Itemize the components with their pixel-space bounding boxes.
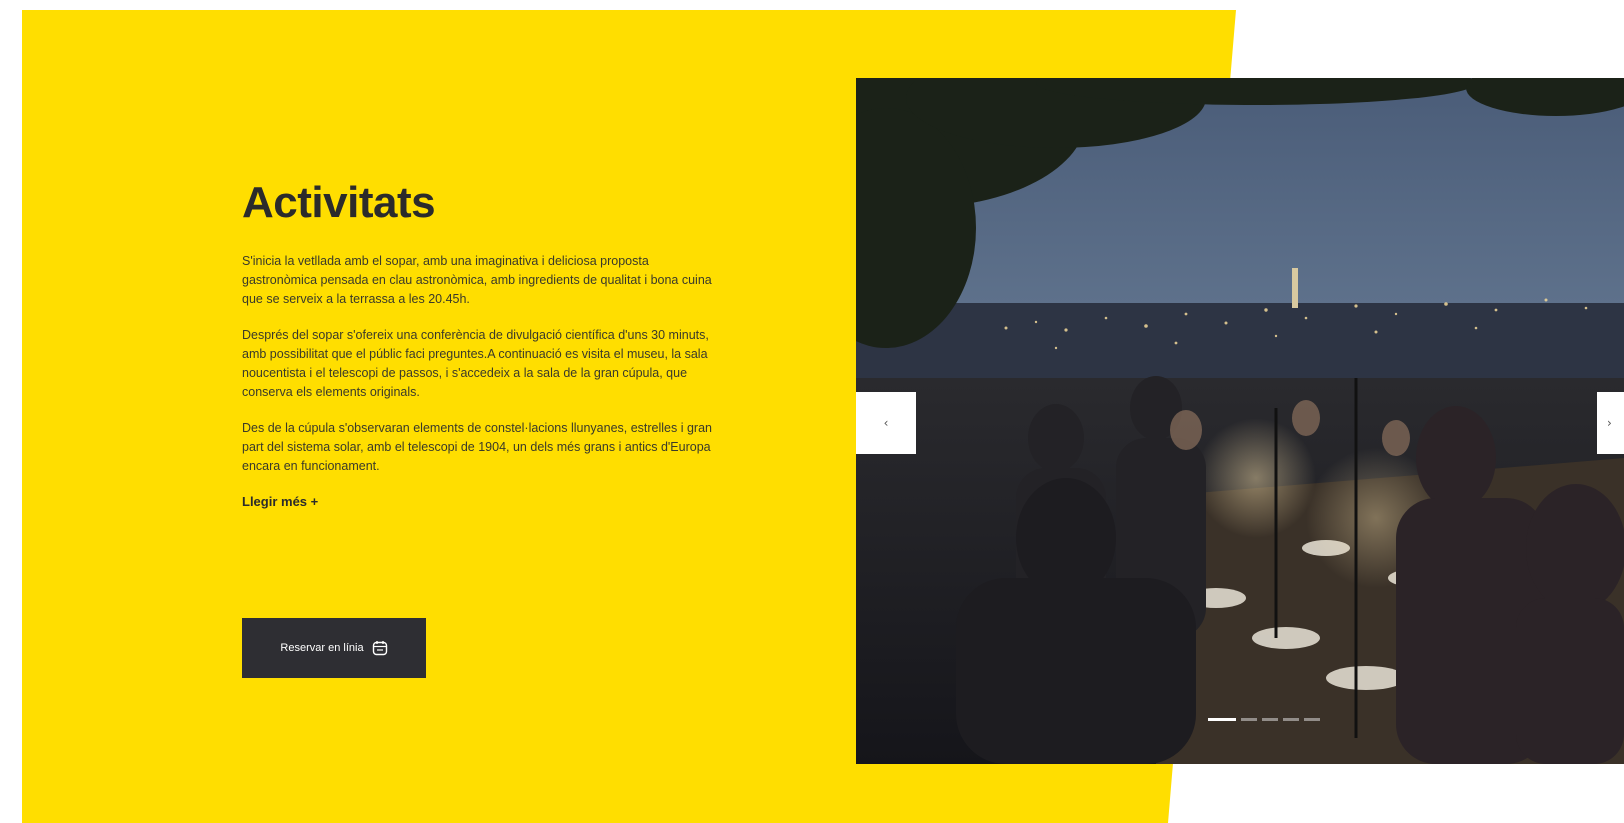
activities-section: Activitats S'inicia la vetllada amb el s… <box>242 178 720 511</box>
reserve-button-label: Reservar en línia <box>280 642 364 654</box>
carousel-dot[interactable] <box>1262 718 1278 721</box>
carousel-pagination <box>1208 718 1320 721</box>
reserve-online-button[interactable]: Reservar en línia <box>242 618 426 678</box>
read-more-link[interactable]: Llegir més + <box>242 494 318 509</box>
section-title: Activitats <box>242 178 436 227</box>
carousel-prev-button[interactable]: ‹ <box>856 392 916 454</box>
paragraph-conference: Després del sopar s'ofereix una conferèn… <box>242 328 709 399</box>
page: Activitats S'inicia la vetllada amb el s… <box>0 0 1624 823</box>
paragraph-observation: Des de la cúpula s'observaran elements d… <box>242 421 713 473</box>
chevron-left-icon: ‹ <box>883 416 889 430</box>
calendar-icon <box>372 640 388 656</box>
carousel-dot[interactable] <box>1304 718 1320 721</box>
carousel-dot[interactable] <box>1208 718 1236 721</box>
carousel-dot[interactable] <box>1283 718 1299 721</box>
carousel-next-button[interactable]: › <box>1597 392 1624 454</box>
paragraph-dinner: S'inicia la vetllada amb el sopar, amb u… <box>242 254 712 306</box>
carousel-dot[interactable] <box>1241 718 1257 721</box>
chevron-right-icon: › <box>1607 416 1612 430</box>
dinner-terrace-photo <box>856 78 1624 764</box>
photo-carousel[interactable] <box>856 78 1624 764</box>
